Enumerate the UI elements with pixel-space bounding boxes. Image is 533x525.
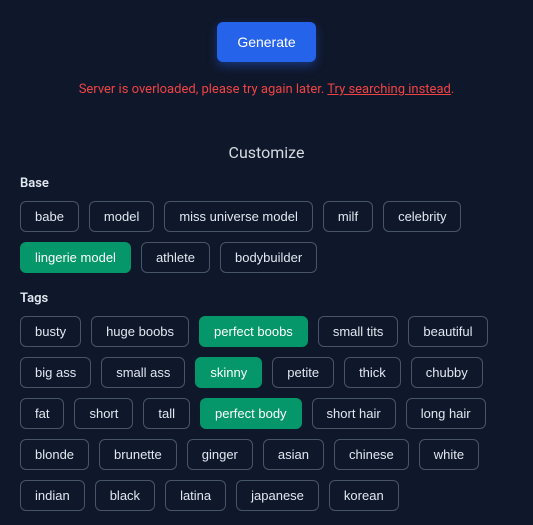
try-searching-link[interactable]: Try searching instead: [327, 82, 451, 97]
tags-chip[interactable]: small ass: [101, 357, 185, 388]
tags-chip[interactable]: short: [74, 398, 133, 429]
tags-chip[interactable]: korean: [329, 480, 399, 511]
base-label: Base: [20, 176, 513, 191]
tags-chip[interactable]: ginger: [187, 439, 253, 470]
customize-title: Customize: [20, 143, 513, 162]
generate-button[interactable]: Generate: [217, 22, 315, 62]
tags-chip-group: busty huge boobs perfect boobs small tits be…: [20, 316, 513, 511]
tags-chip[interactable]: chubby: [411, 357, 483, 388]
base-chip[interactable]: miss universe model: [164, 201, 313, 232]
base-chip[interactable]: lingerie model: [20, 242, 131, 273]
tags-chip[interactable]: tall: [143, 398, 190, 429]
base-chip[interactable]: milf: [323, 201, 373, 232]
tags-chip[interactable]: chinese: [334, 439, 409, 470]
tags-chip[interactable]: long hair: [406, 398, 486, 429]
tags-chip[interactable]: black: [95, 480, 155, 511]
error-text: Server is overloaded, please try again l…: [79, 82, 328, 97]
base-chip[interactable]: babe: [20, 201, 79, 232]
tags-chip[interactable]: latina: [165, 480, 226, 511]
base-chip[interactable]: athlete: [141, 242, 210, 273]
error-suffix: .: [451, 82, 454, 97]
tags-chip[interactable]: perfect body: [200, 398, 302, 429]
tags-chip[interactable]: big ass: [20, 357, 91, 388]
tags-chip[interactable]: skinny: [195, 357, 262, 388]
tags-chip[interactable]: small tits: [318, 316, 399, 347]
tags-chip[interactable]: japanese: [236, 480, 319, 511]
tags-chip[interactable]: beautiful: [408, 316, 487, 347]
base-chip[interactable]: model: [89, 201, 154, 232]
base-chip[interactable]: bodybuilder: [220, 242, 317, 273]
tags-chip[interactable]: huge boobs: [91, 316, 189, 347]
tags-chip[interactable]: busty: [20, 316, 81, 347]
tags-label: Tags: [20, 291, 513, 306]
tags-chip[interactable]: perfect boobs: [199, 316, 308, 347]
tags-chip[interactable]: brunette: [99, 439, 177, 470]
error-message: Server is overloaded, please try again l…: [20, 82, 513, 97]
base-chip-group: babe model miss universe model milf celebrit…: [20, 201, 513, 273]
tags-chip[interactable]: white: [419, 439, 479, 470]
tags-chip[interactable]: petite: [272, 357, 334, 388]
tags-chip[interactable]: asian: [263, 439, 324, 470]
tags-chip[interactable]: indian: [20, 480, 85, 511]
tags-chip[interactable]: fat: [20, 398, 64, 429]
tags-chip[interactable]: short hair: [312, 398, 396, 429]
tags-chip[interactable]: blonde: [20, 439, 89, 470]
tags-chip[interactable]: thick: [344, 357, 401, 388]
base-chip[interactable]: celebrity: [383, 201, 461, 232]
